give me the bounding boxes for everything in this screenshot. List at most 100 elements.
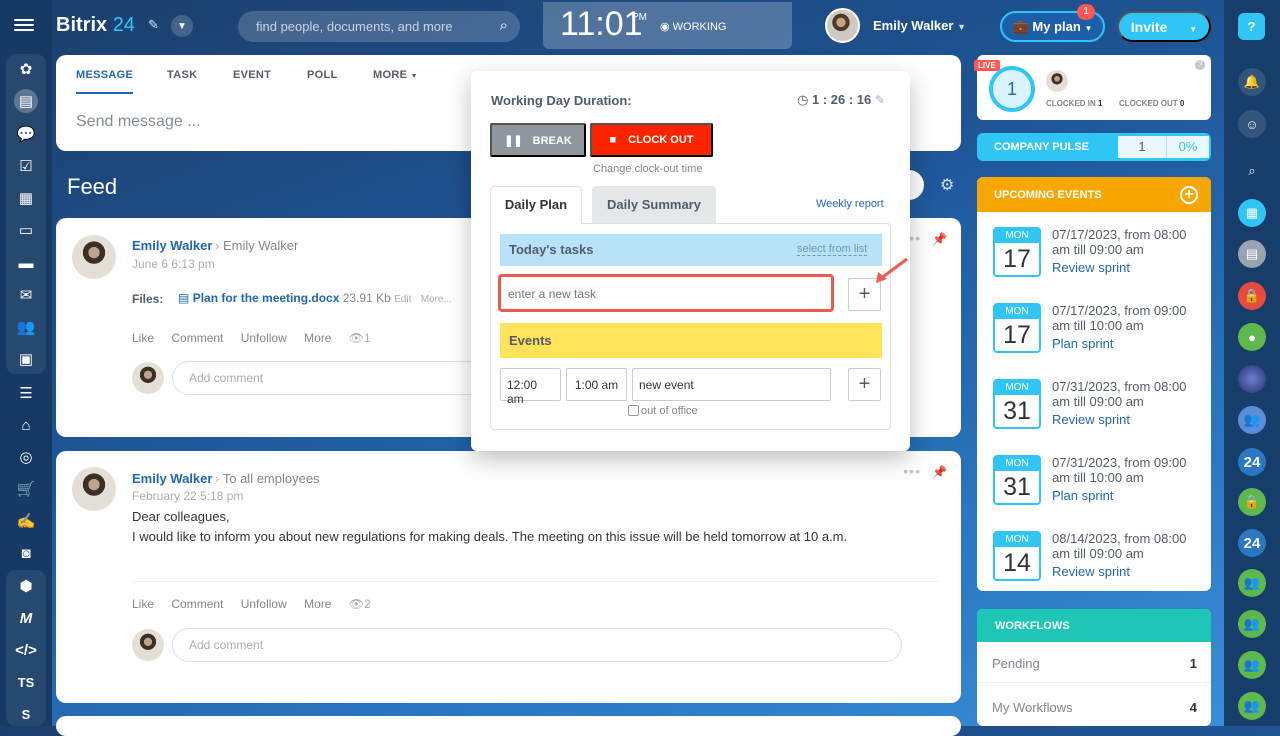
- messenger-icon[interactable]: ☺: [1238, 110, 1266, 138]
- menu-burger-icon[interactable]: [14, 16, 34, 34]
- like-link[interactable]: Like: [132, 331, 154, 345]
- groups-icon[interactable]: 👥: [14, 315, 38, 339]
- user-menu[interactable]: Emily Walker ▼: [873, 18, 966, 33]
- unfollow-link[interactable]: Unfollow: [241, 597, 287, 611]
- tab-message[interactable]: MESSAGE: [76, 69, 134, 94]
- comment-link[interactable]: Comment: [171, 597, 223, 611]
- robot-icon[interactable]: ◙: [14, 541, 38, 565]
- developer-icon[interactable]: </>: [14, 638, 38, 662]
- event-item[interactable]: MON 14 08/14/2023, from 08:00 am till 09:0…: [993, 531, 1203, 591]
- chat-avatar-icon[interactable]: [1238, 365, 1266, 393]
- logo[interactable]: Bitrix 24: [56, 14, 135, 37]
- unfollow-link[interactable]: Unfollow: [241, 331, 287, 345]
- marketplace-icon[interactable]: M: [14, 606, 38, 630]
- invite-button[interactable]: Invite ▼: [1117, 11, 1211, 42]
- select-from-list-link[interactable]: select from list: [797, 243, 868, 256]
- event-title-link[interactable]: Review sprint: [1052, 412, 1130, 427]
- company-icon[interactable]: ⌂: [14, 413, 38, 437]
- out-of-office-checkbox[interactable]: [628, 405, 639, 416]
- new-task-input[interactable]: [500, 278, 832, 310]
- post-author[interactable]: Emily Walker: [132, 471, 212, 486]
- group-icon-3[interactable]: 👥: [1238, 651, 1266, 679]
- like-link[interactable]: Like: [132, 597, 154, 611]
- group-icon-2[interactable]: 👥: [1238, 610, 1266, 638]
- event-title-link[interactable]: Plan sprint: [1052, 336, 1113, 351]
- group-icon-1[interactable]: 👥: [1238, 569, 1266, 597]
- box-icon[interactable]: ⬢: [14, 574, 38, 598]
- contacts-icon[interactable]: ▣: [14, 347, 38, 371]
- calendar-icon[interactable]: ▦: [14, 186, 38, 210]
- edit-pencil-icon[interactable]: ✎: [875, 93, 885, 107]
- file-edit-link[interactable]: Edit: [394, 294, 411, 305]
- notifications-bell-icon[interactable]: 🔔: [1238, 68, 1266, 96]
- event-title-link[interactable]: Review sprint: [1052, 564, 1130, 579]
- calendar-icon[interactable]: ▦: [1238, 199, 1266, 227]
- lock-icon[interactable]: 🔒: [1238, 282, 1266, 310]
- tab-daily-plan[interactable]: Daily Plan: [490, 186, 582, 224]
- workflow-row-mine[interactable]: My Workflows 4: [992, 700, 1197, 715]
- s-item[interactable]: S: [14, 702, 38, 726]
- documents-icon[interactable]: ▭: [14, 218, 38, 242]
- bitrix24-chat-icon[interactable]: 24: [1238, 448, 1266, 476]
- send-message-input[interactable]: Send message ...: [76, 113, 201, 131]
- feed-icon[interactable]: ▤: [14, 89, 38, 113]
- clock-out-button[interactable]: ■ CLOCK OUT: [590, 123, 713, 157]
- event-item[interactable]: MON 31 07/31/2023, from 09:00 am till 10:0…: [993, 455, 1203, 525]
- tasks-icon[interactable]: ☑: [14, 154, 38, 178]
- pin-icon[interactable]: 📌: [932, 232, 947, 246]
- tab-task[interactable]: TASK: [167, 69, 197, 81]
- crm-icon[interactable]: ☰: [14, 381, 38, 405]
- event-title-link[interactable]: Plan sprint: [1052, 488, 1113, 503]
- comment-link[interactable]: Comment: [171, 331, 223, 345]
- edit-pencil-icon[interactable]: ✎: [148, 17, 159, 33]
- user-icon[interactable]: ●: [1238, 323, 1266, 351]
- workflow-row-pending[interactable]: Pending 1: [992, 656, 1197, 671]
- add-comment-input[interactable]: Add comment: [172, 628, 902, 662]
- contact-card-icon[interactable]: ▤: [1238, 240, 1266, 268]
- author-avatar[interactable]: [72, 235, 116, 279]
- signature-icon[interactable]: ✍: [14, 509, 38, 533]
- event-item[interactable]: MON 17 07/17/2023, from 09:00 am till 10:0…: [993, 303, 1203, 373]
- sites-icon[interactable]: ✿: [14, 57, 38, 81]
- gear-icon[interactable]: ⚙: [940, 175, 954, 195]
- help-button[interactable]: ?: [1238, 13, 1265, 40]
- target-icon[interactable]: ◎: [14, 445, 38, 469]
- bitrix24-chat-icon-2[interactable]: 24: [1238, 529, 1266, 557]
- group-chat-icon[interactable]: 👥: [1238, 406, 1266, 434]
- shop-cart-icon[interactable]: 🛒: [14, 477, 38, 501]
- tab-daily-summary[interactable]: Daily Summary: [592, 186, 716, 223]
- break-button[interactable]: ❚❚ BREAK: [490, 123, 586, 157]
- post-author[interactable]: Emily Walker: [132, 238, 212, 253]
- user-avatar[interactable]: [825, 8, 860, 43]
- add-event-button[interactable]: +: [848, 368, 881, 401]
- new-event-input[interactable]: new event: [632, 368, 831, 401]
- event-start-time[interactable]: 12:00 am: [500, 368, 561, 406]
- lock-chat-icon[interactable]: 🔒: [1238, 488, 1266, 516]
- event-title-link[interactable]: Review sprint: [1052, 260, 1130, 275]
- out-of-office[interactable]: out of office: [628, 405, 698, 417]
- event-item[interactable]: MON 17 07/17/2023, from 08:00 am till 09:0…: [993, 227, 1203, 297]
- chevron-down-icon[interactable]: ▼: [171, 15, 193, 37]
- add-event-plus-icon[interactable]: +: [1180, 186, 1198, 204]
- search-input[interactable]: find people, documents, and more ⌕: [238, 11, 520, 42]
- clocked-in-ring[interactable]: 1: [989, 66, 1035, 112]
- mail-icon[interactable]: ✉: [14, 283, 38, 307]
- help-question-icon[interactable]: ?: [1195, 60, 1205, 70]
- clocked-in-avatar[interactable]: [1046, 70, 1068, 92]
- file-more-link[interactable]: More...: [421, 294, 452, 305]
- more-link[interactable]: More: [304, 597, 331, 611]
- file-name-link[interactable]: Plan for the meeting.docx: [193, 291, 340, 305]
- drive-icon[interactable]: ▬: [14, 251, 38, 275]
- tab-event[interactable]: EVENT: [233, 69, 271, 81]
- pin-icon[interactable]: 📌: [932, 465, 947, 479]
- chat-icon[interactable]: 💬: [14, 122, 38, 146]
- event-end-time[interactable]: 1:00 am: [566, 368, 627, 401]
- weekly-report-link[interactable]: Weekly report: [816, 198, 884, 210]
- tab-more[interactable]: MORE ▼: [373, 69, 418, 81]
- change-clock-out-link[interactable]: Change clock-out time: [593, 163, 702, 175]
- author-avatar[interactable]: [72, 467, 116, 511]
- group-icon-4[interactable]: 👥: [1238, 692, 1266, 720]
- tab-poll[interactable]: POLL: [307, 69, 338, 81]
- event-item[interactable]: MON 31 07/31/2023, from 08:00 am till 09:0…: [993, 379, 1203, 449]
- ts-item[interactable]: TS: [14, 670, 38, 694]
